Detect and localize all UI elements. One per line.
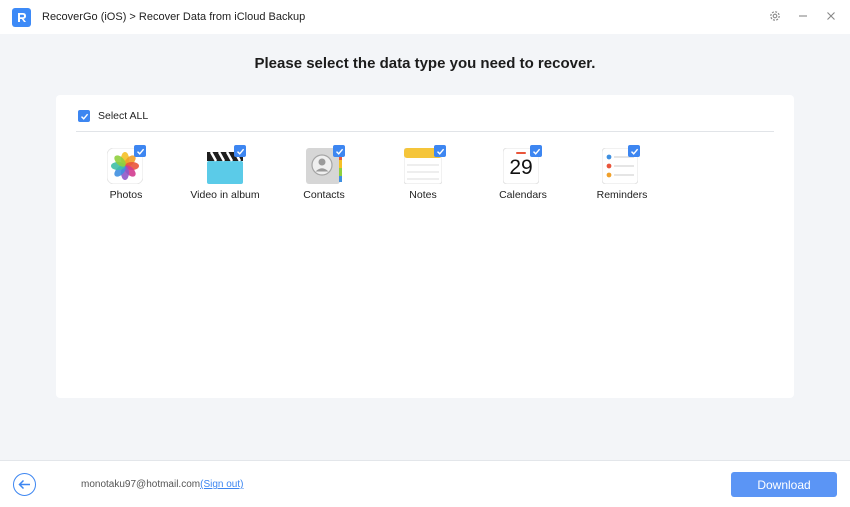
select-all-label: Select ALL: [98, 110, 149, 122]
logo-r-icon: [18, 13, 26, 22]
checkbox-checked-icon[interactable]: [333, 145, 345, 157]
checkbox-checked-icon[interactable]: [628, 145, 640, 157]
select-all-checkbox[interactable]: Select ALL: [78, 110, 148, 122]
minimize-icon[interactable]: [796, 9, 810, 23]
data-type-label: Photos: [109, 189, 143, 201]
data-type-label: Calendars: [499, 189, 547, 201]
calendar-day: 29: [509, 156, 533, 179]
checkbox-checked-icon[interactable]: [434, 145, 446, 157]
data-type-label: Reminders: [596, 189, 648, 201]
data-type-card: Select ALL Photos Video in album Contact…: [56, 95, 794, 398]
checkbox-checked-icon[interactable]: [530, 145, 542, 157]
account-info: monotaku97@hotmail.com(Sign out): [81, 479, 243, 490]
close-icon[interactable]: [824, 9, 838, 23]
data-type-label: Notes: [409, 189, 437, 201]
data-type-reminders[interactable]: Reminders: [572, 145, 672, 205]
checkbox-checked-icon: [78, 110, 90, 122]
download-button[interactable]: Download: [731, 472, 837, 497]
breadcrumb: RecoverGo (iOS) > Recover Data from iClo…: [42, 11, 306, 23]
data-type-calendars[interactable]: 29 Calendars: [473, 145, 573, 205]
divider: [76, 131, 774, 132]
data-type-photos[interactable]: Photos: [76, 145, 176, 205]
back-arrow-icon[interactable]: [13, 473, 36, 496]
account-email: monotaku97@hotmail.com: [81, 479, 201, 490]
checkbox-checked-icon[interactable]: [234, 145, 246, 157]
gear-icon[interactable]: [768, 9, 782, 23]
data-type-label: Contacts: [303, 189, 345, 201]
footer-bar: monotaku97@hotmail.com(Sign out) Downloa…: [0, 460, 850, 507]
data-type-label: Video in album: [190, 189, 260, 201]
title-bar: RecoverGo (iOS) > Recover Data from iClo…: [0, 0, 850, 34]
sign-out-link[interactable]: (Sign out): [200, 479, 243, 490]
data-type-list: Photos Video in album Contacts Notes 29 …: [76, 145, 776, 215]
data-type-notes[interactable]: Notes: [373, 145, 473, 205]
checkbox-checked-icon[interactable]: [134, 145, 146, 157]
data-type-contacts[interactable]: Contacts: [274, 145, 374, 205]
app-logo: [12, 8, 31, 27]
data-type-video[interactable]: Video in album: [175, 145, 275, 205]
page-title: Please select the data type you need to …: [254, 55, 596, 72]
